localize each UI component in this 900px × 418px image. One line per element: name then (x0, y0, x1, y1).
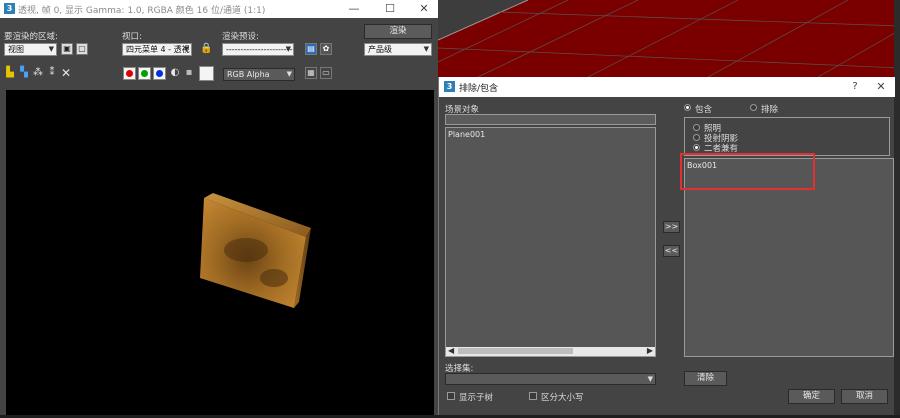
chevron-down-icon: ▼ (647, 375, 653, 383)
horizontal-scrollbar[interactable]: ◀ ▶ (446, 346, 655, 356)
app-icon: 3 (444, 81, 455, 92)
render-button[interactable]: 渲染 (364, 24, 432, 39)
exclude-label: 排除 (761, 105, 779, 115)
blue-channel-toggle[interactable] (153, 67, 166, 80)
include-radio[interactable] (684, 104, 691, 111)
chevron-down-icon: ▼ (423, 45, 429, 53)
add-to-list-button[interactable]: >> (663, 221, 680, 233)
selection-set-dropdown[interactable]: ▼ (445, 373, 656, 385)
green-channel-toggle[interactable] (138, 67, 151, 80)
channel-dropdown[interactable]: RGB Alpha ▼ (223, 68, 295, 81)
viewport-grid (438, 0, 900, 77)
exclude-include-dialog: 3 排除/包含 ? ✕ 场景对象 Plane001 ◀ ▶ >> << 包含 排… (438, 77, 895, 415)
save-image-icon[interactable]: ▙ (4, 67, 16, 79)
viewport-background (438, 0, 900, 77)
scrollbar-thumb[interactable] (458, 348, 573, 354)
area-label: 要渲染的区域: (4, 32, 58, 42)
preset-label: 渲染预设: (222, 32, 259, 42)
rendered-box-image (200, 193, 311, 308)
clear-icon[interactable]: ✕ (60, 67, 72, 79)
dialog-titlebar: 3 排除/包含 ? ✕ (439, 77, 895, 97)
chevron-down-icon: ▼ (285, 45, 291, 53)
remove-from-list-button[interactable]: << (663, 245, 680, 257)
area-dropdown[interactable]: 视图 ▼ (4, 43, 57, 56)
print-icon[interactable]: ⁑ (46, 67, 58, 79)
environment-icon[interactable]: ✿ (320, 43, 332, 55)
close-button[interactable]: ✕ (410, 0, 438, 18)
minimize-button[interactable]: — (340, 0, 368, 18)
scroll-left-icon[interactable]: ◀ (448, 346, 454, 355)
preset-dropdown[interactable]: ------------------------- ▼ (222, 43, 294, 56)
edit-region-icon[interactable]: ▣ (61, 43, 73, 55)
chevron-down-icon: ▼ (183, 45, 189, 53)
highlight-box (680, 153, 815, 190)
render-frame-window: 3 透视, 帧 0, 显示 Gamma: 1.0, RGBA 颜色 16 位/通… (0, 0, 438, 415)
toggle-ui-icon[interactable]: ▭ (320, 67, 332, 79)
dialog-close-button[interactable]: ✕ (867, 78, 895, 96)
red-channel-toggle[interactable] (123, 67, 136, 80)
scroll-right-icon[interactable]: ▶ (647, 346, 653, 355)
alpha-channel-icon[interactable]: ◐ (169, 67, 181, 79)
copy-image-icon[interactable]: ▚ (18, 67, 30, 79)
viewport-label: 视口: (122, 32, 142, 42)
show-subtree-label: 显示子树 (459, 393, 494, 403)
mono-icon[interactable]: ▪ (183, 67, 195, 79)
lock-icon[interactable]: 🔒 (200, 43, 212, 55)
show-subtree-checkbox[interactable] (447, 392, 455, 400)
render-setup-icon[interactable]: ▤ (305, 43, 317, 55)
render-window-title: 透视, 帧 0, 显示 Gamma: 1.0, RGBA 颜色 16 位/通道 … (18, 6, 266, 16)
shadow-casting-radio[interactable] (693, 134, 700, 141)
both-radio[interactable] (693, 144, 700, 151)
viewport-dropdown[interactable]: 四元菜单 4 - 透视 ▼ (122, 43, 192, 56)
include-label: 包含 (695, 105, 713, 115)
chevron-down-icon: ▼ (48, 45, 54, 53)
ok-button[interactable]: 确定 (788, 389, 835, 404)
rendered-image (6, 90, 434, 415)
quality-dropdown[interactable]: 产品级 ▼ (364, 43, 432, 56)
color-swatch[interactable] (199, 66, 214, 81)
chevron-down-icon: ▼ (286, 70, 292, 78)
case-sensitive-label: 区分大小写 (541, 393, 584, 403)
help-button[interactable]: ? (841, 78, 869, 96)
case-sensitive-checkbox[interactable] (529, 392, 537, 400)
maximize-button[interactable]: ☐ (376, 0, 404, 18)
dialog-title: 排除/包含 (459, 84, 499, 94)
scene-search-input[interactable] (445, 114, 656, 125)
scene-objects-list[interactable]: Plane001 ◀ ▶ (445, 127, 656, 357)
auto-region-icon[interactable]: ▢ (76, 43, 88, 55)
app-icon: 3 (4, 3, 15, 14)
render-window-titlebar: 3 透视, 帧 0, 显示 Gamma: 1.0, RGBA 颜色 16 位/通… (0, 0, 438, 18)
right-panel-edge (894, 0, 900, 415)
list-item[interactable]: Plane001 (448, 130, 485, 139)
illumination-radio[interactable] (693, 124, 700, 131)
clear-button[interactable]: 清除 (684, 371, 727, 386)
exclude-radio[interactable] (750, 104, 757, 111)
channel-display-icon[interactable]: ▦ (305, 67, 317, 79)
clone-frame-icon[interactable]: ⁂ (32, 67, 44, 79)
cancel-button[interactable]: 取消 (841, 389, 888, 404)
type-options-group: 照明 投射阴影 二者兼有 (684, 117, 890, 156)
